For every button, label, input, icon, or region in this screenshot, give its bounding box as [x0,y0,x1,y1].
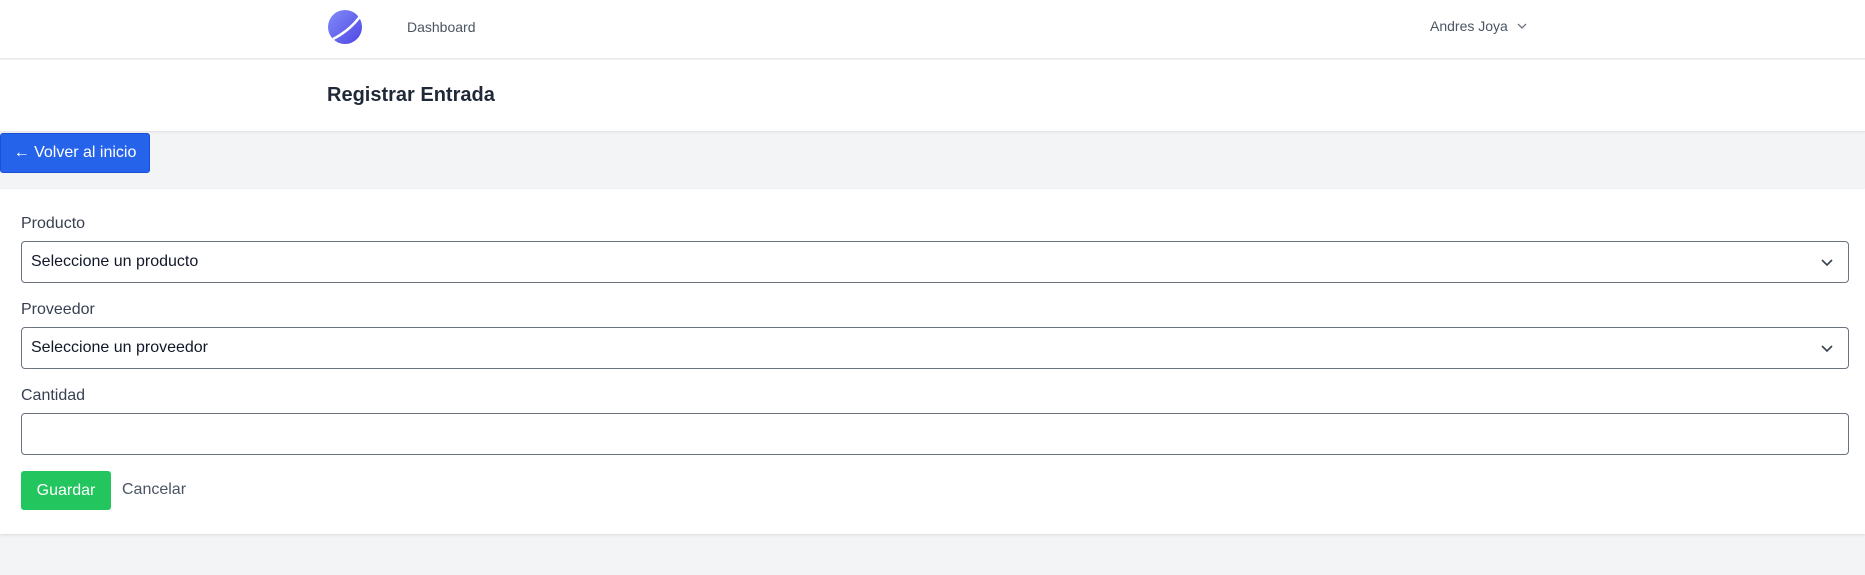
nav-link-dashboard[interactable]: Dashboard [407,19,476,35]
cancel-link[interactable]: Cancelar [122,481,186,499]
top-navigation: Dashboard Andres Joya [0,0,1865,59]
save-button[interactable]: Guardar [21,471,111,510]
user-name: Andres Joya [1430,18,1508,34]
page-header: Registrar Entrada [0,60,1865,132]
chevron-down-icon [1821,345,1833,353]
user-menu[interactable]: Andres Joya [1430,18,1528,34]
entry-form-card: Producto Seleccione un producto Proveedo… [0,189,1865,534]
proveedor-label: Proveedor [21,301,95,318]
producto-select[interactable]: Seleccione un producto [21,241,1849,283]
producto-select-value: Seleccione un producto [31,253,199,270]
app-logo-icon[interactable] [327,9,363,45]
back-to-home-button[interactable]: ← Volver al inicio [0,133,150,173]
proveedor-select[interactable]: Seleccione un proveedor [21,327,1849,369]
chevron-down-icon [1821,259,1833,267]
cantidad-input[interactable] [21,413,1849,455]
page-title: Registrar Entrada [327,84,495,106]
producto-label: Producto [21,215,86,232]
chevron-down-icon [1517,23,1527,29]
cantidad-label: Cantidad [21,387,86,404]
proveedor-select-value: Seleccione un proveedor [31,339,209,356]
